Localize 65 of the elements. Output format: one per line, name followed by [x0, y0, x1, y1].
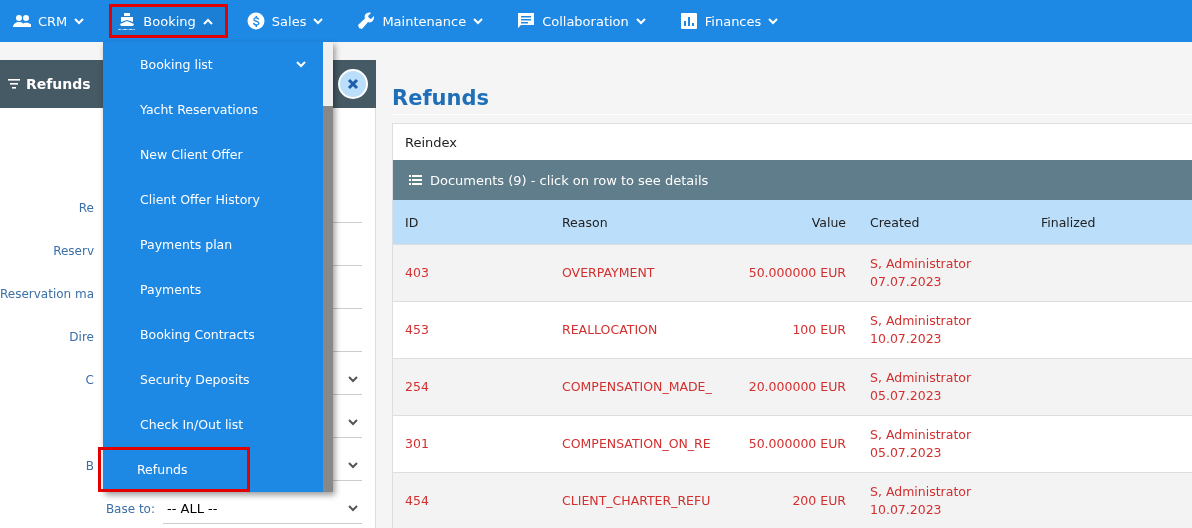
nav-menu-item[interactable]: Sales: [237, 4, 339, 38]
chevron-icon: [473, 17, 484, 25]
table-cell: 20.000000 EUR: [724, 358, 858, 416]
chevron-icon: [348, 505, 358, 512]
menu-item[interactable]: Booking list: [103, 42, 323, 87]
nav-menu-item[interactable]: CRM: [4, 4, 100, 38]
column-header: Finalized: [1029, 200, 1192, 245]
chevron-icon: [348, 419, 358, 426]
chat-icon: [517, 12, 536, 30]
menu-item[interactable]: New Client Offer: [103, 132, 323, 177]
dollar-icon: [246, 12, 265, 30]
table-cell: 50.000000 EUR: [724, 244, 858, 302]
table-cell: CLIENT_CHARTER_REFU: [550, 472, 724, 528]
nav-menu-item[interactable]: Maintenance: [348, 4, 499, 38]
menu-item[interactable]: Yacht Reservations: [103, 87, 323, 132]
table-cell: 254: [393, 358, 550, 416]
chevron-icon: [74, 17, 85, 25]
table-cell: 200 EUR: [724, 472, 858, 528]
menu-item[interactable]: Payments plan: [103, 222, 323, 267]
menu-item[interactable]: Security Deposits: [103, 357, 323, 402]
chevron-icon: [348, 376, 358, 383]
page-title: Refunds: [392, 86, 1192, 115]
table-cell: S, Administrator 05.07.2023: [858, 358, 1029, 416]
table-cell: S, Administrator 07.07.2023: [858, 244, 1029, 302]
field-label: Reservation ma: [0, 287, 94, 303]
table-cell: 403: [393, 244, 550, 302]
menu-item[interactable]: Booking Contracts: [103, 312, 323, 357]
close-icon: [347, 78, 359, 90]
column-header: Created: [858, 200, 1029, 245]
chevron-icon: [202, 17, 213, 25]
documents-title: Documents (9) - click on row to see details: [430, 172, 709, 188]
menu-item[interactable]: Refunds: [98, 447, 250, 492]
column-header: ID: [393, 200, 550, 245]
table-cell: 454: [393, 472, 550, 528]
menu-item[interactable]: Payments: [103, 267, 323, 312]
list-icon: [409, 175, 422, 185]
panel-title: Refunds: [26, 76, 91, 92]
table-cell: COMPENSATION_MADE_: [550, 358, 724, 416]
column-header: Value: [724, 200, 858, 245]
field-label: Base to:: [104, 502, 155, 518]
nav-menu-item[interactable]: Finances: [670, 4, 794, 38]
nav-menu-item[interactable]: Collaboration: [508, 4, 661, 38]
field-label: Dire: [68, 330, 94, 346]
chevron-icon: [313, 17, 324, 25]
filter-icon: [8, 79, 20, 89]
menu-item[interactable]: Check In/Out list: [103, 402, 323, 447]
scrollbar[interactable]: [323, 42, 333, 492]
nav-menu-item[interactable]: Booking: [109, 4, 228, 38]
menu-item[interactable]: Client Offer History: [103, 177, 323, 222]
field-label: Reserv: [52, 244, 94, 260]
field-label: Re: [77, 201, 94, 217]
people-icon: [13, 12, 31, 30]
table-cell: OVERPAYMENT: [550, 244, 724, 302]
close-button[interactable]: [338, 69, 368, 99]
field-label: C: [84, 373, 94, 389]
chart-icon: [679, 12, 698, 30]
field-label: B: [84, 459, 94, 475]
chevron-icon: [348, 462, 358, 469]
column-header: Reason: [550, 200, 724, 245]
chevron-icon: [768, 17, 779, 25]
table-cell: S, Administrator 10.07.2023: [858, 472, 1029, 528]
chevron-icon: [635, 17, 646, 25]
ship-icon: [118, 12, 137, 30]
wrench-icon: [357, 12, 376, 30]
reindex-button[interactable]: Reindex: [405, 134, 457, 150]
